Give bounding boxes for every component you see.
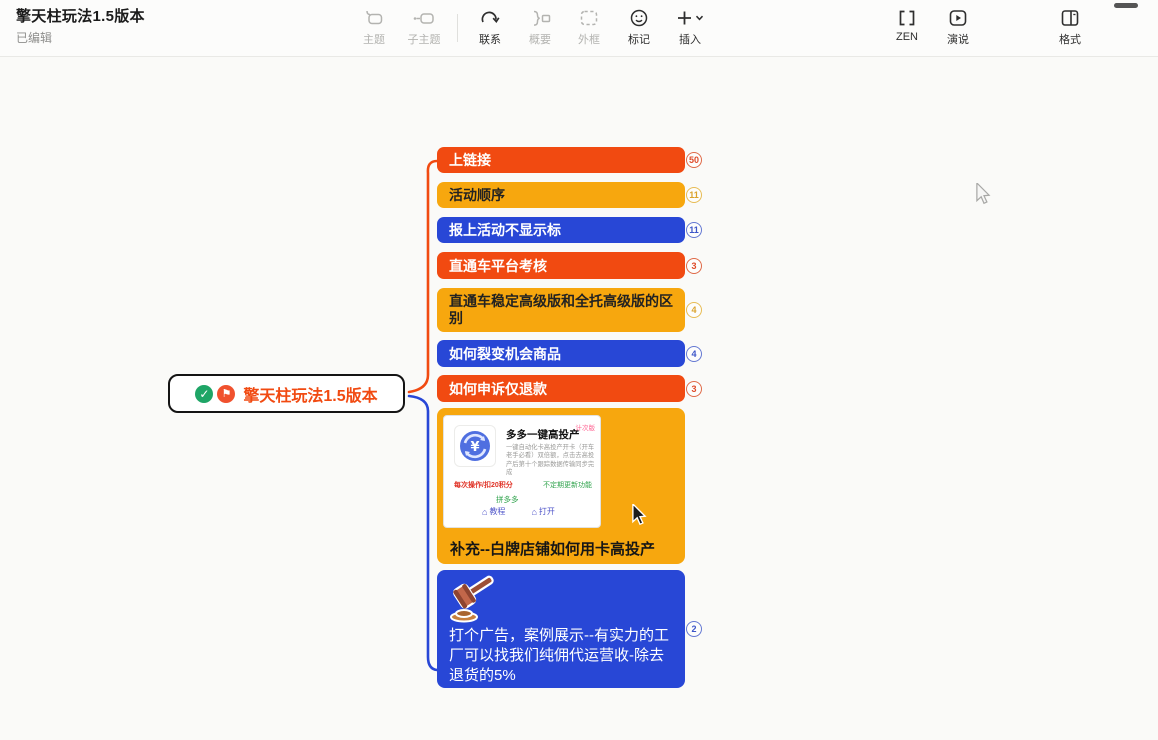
topic-label: 如何申诉仅退款 — [449, 379, 547, 399]
ad-topic-text: 打个广告，案例展示--有实力的工厂可以找我们纯佣代运营收-除去退货的5% — [449, 626, 677, 686]
toolbar-label: 格式 — [1059, 31, 1081, 47]
mouse-cursor-icon — [629, 504, 649, 526]
topic-count-badge[interactable]: 3 — [686, 381, 702, 397]
topic-liebian-shangpin[interactable]: 如何裂变机会商品 — [437, 340, 685, 367]
topic-baoshang-huodong[interactable]: 报上活动不显示标 — [437, 217, 685, 243]
topic-count-badge[interactable]: 2 — [686, 621, 702, 637]
root-topic[interactable]: ✓ ⚑ 擎天柱玩法1.5版本 — [168, 374, 405, 413]
card-links: ⌂教程 ⌂打开 — [482, 506, 555, 517]
toolbar-label: 主题 — [363, 31, 385, 47]
toolbar-button-presentation[interactable]: 演说 — [926, 7, 990, 47]
toolbar-label: 标记 — [628, 31, 650, 47]
card-description: 一键自动化卡高投产开卡（开车老手必看）双倍额，点击去高投产后第十个跟踪数据传输同… — [506, 444, 598, 478]
topic-count-badge[interactable]: 11 — [686, 187, 702, 203]
topic-zhitongche-kaohe[interactable]: 直通车平台考核 — [437, 252, 685, 279]
toolbar-button-format[interactable]: 格式 — [1038, 7, 1102, 47]
topic-label: 如何裂变机会商品 — [449, 344, 561, 364]
card-link-label: 教程 — [489, 506, 505, 517]
boundary-icon — [578, 7, 600, 29]
gavel-icon — [445, 574, 503, 624]
relationship-icon — [478, 7, 502, 29]
card-note-text: 不定期更新功能 — [543, 480, 592, 490]
topic-label: 上链接 — [449, 150, 491, 170]
app-tile: ¥ — [454, 425, 496, 467]
card-cost-text: 每次操作/扣20积分 — [454, 480, 513, 490]
marker-smiley-icon — [628, 7, 650, 29]
topic-shensu-tuikuan[interactable]: 如何申诉仅退款 — [437, 375, 685, 402]
check-icon: ✓ — [195, 385, 213, 403]
topic-label: 直通车稳定高级版和全托高级版的区别 — [449, 293, 673, 327]
subtopic-icon — [412, 7, 436, 29]
card-link-open: ⌂打开 — [531, 506, 554, 517]
root-topic-label: 擎天柱玩法1.5版本 — [243, 382, 377, 406]
house-icon: ⌂ — [531, 507, 536, 517]
topic-zhitongche-qubie[interactable]: 直通车稳定高级版和全托高级版的区别 — [437, 288, 685, 332]
card-edition-tag: 计次版 — [576, 422, 596, 432]
toolbar-label: 外框 — [578, 31, 600, 47]
topic-icon — [363, 7, 385, 29]
toolbar-label: 插入 — [679, 31, 701, 47]
topic-count-badge[interactable]: 4 — [686, 302, 702, 318]
toolbar-label: 联系 — [479, 31, 501, 47]
topic-count-badge[interactable]: 11 — [686, 222, 702, 238]
card-platform-text: 拼多多 — [496, 494, 519, 505]
topic-ad-daiyunying[interactable]: 打个广告，案例展示--有实力的工厂可以找我们纯佣代运营收-除去退货的5% — [437, 570, 685, 688]
yuan-refresh-icon: ¥ — [457, 428, 493, 464]
toolbar-label: 子主题 — [408, 31, 441, 47]
window-drag-handle[interactable] — [1114, 3, 1138, 8]
card-link-label: 打开 — [539, 506, 555, 517]
topic-count-badge[interactable]: 3 — [686, 258, 702, 274]
zen-mode-icon — [896, 7, 918, 29]
toolbar-button-insert[interactable]: 插入 — [658, 7, 722, 47]
topic-label: 活动顺序 — [449, 185, 505, 205]
toolbar-button-subtopic[interactable]: 子主题 — [392, 7, 456, 47]
toolbar: 擎天柱玩法1.5版本 已编辑 主题 子主题 联系 — [0, 0, 1158, 57]
topic-shanglianjie[interactable]: 上链接 — [437, 147, 685, 173]
format-panel-icon — [1059, 7, 1081, 29]
card-title: 多多一键高投产 — [506, 427, 580, 442]
topic-count-badge[interactable]: 50 — [686, 152, 702, 168]
topic-count-badge[interactable]: 4 — [686, 346, 702, 362]
topic-label: 直通车平台考核 — [449, 256, 547, 276]
document-title: 擎天柱玩法1.5版本 — [16, 5, 145, 26]
play-icon — [947, 7, 969, 29]
card-link-tutorial: ⌂教程 — [482, 506, 505, 517]
flag-icon: ⚑ — [217, 385, 235, 403]
ghost-cursor-icon — [973, 183, 993, 205]
document-meta: 擎天柱玩法1.5版本 已编辑 — [16, 5, 145, 46]
topic-huodong-shunxu[interactable]: 活动顺序 — [437, 182, 685, 208]
toolbar-label: 演说 — [947, 31, 969, 47]
document-status: 已编辑 — [16, 29, 145, 46]
mindmap-canvas[interactable]: ✓ ⚑ 擎天柱玩法1.5版本 上链接 活动顺序 报上活动不显示标 直通车平台考核… — [0, 57, 1158, 740]
topic-label: 报上活动不显示标 — [449, 220, 561, 240]
supplement-caption: 补充--白牌店铺如何用卡高投产 — [450, 538, 655, 559]
toolbar-label: ZEN — [896, 31, 918, 43]
insert-plus-icon — [674, 7, 706, 29]
topic-supplement-gaotouchan[interactable]: ¥ 多多一键高投产 计次版 一键自动化卡高投产开卡（开车老手必看）双倍额，点击去… — [437, 408, 685, 564]
summary-icon — [528, 7, 552, 29]
svg-text:¥: ¥ — [470, 440, 479, 455]
embedded-card-image[interactable]: ¥ 多多一键高投产 计次版 一键自动化卡高投产开卡（开车老手必看）双倍额，点击去… — [443, 415, 601, 528]
toolbar-label: 概要 — [529, 31, 551, 47]
house-icon: ⌂ — [482, 507, 487, 517]
